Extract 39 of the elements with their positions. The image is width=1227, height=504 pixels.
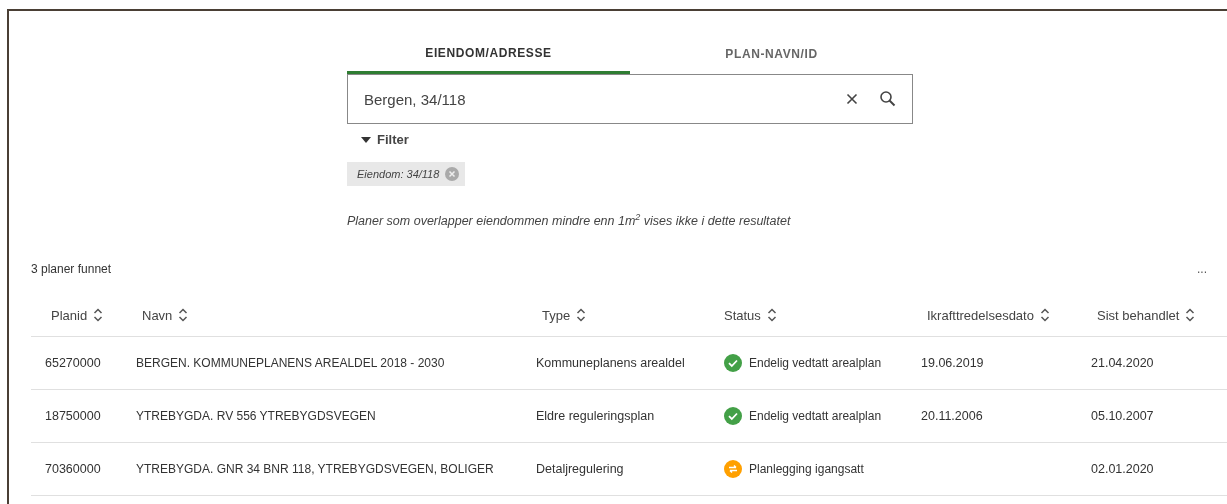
filter-chip[interactable]: Eiendom: 34/118 xyxy=(347,162,466,186)
column-header[interactable]: Planid xyxy=(51,307,88,323)
table-cell: 18750000 xyxy=(45,409,101,424)
sort-icon[interactable] xyxy=(93,307,104,324)
sort-icon[interactable] xyxy=(1039,307,1050,324)
status-text: Planlegging igangsatt xyxy=(749,462,864,477)
sort-icon[interactable] xyxy=(576,307,587,324)
status-text: Endelig vedtatt arealplan xyxy=(749,356,882,371)
more-button[interactable]: ... xyxy=(1197,262,1207,277)
table-cell: 21.04.2020 xyxy=(1091,356,1154,371)
table-cell: 65270000 xyxy=(45,356,101,371)
search-button[interactable] xyxy=(879,90,897,108)
table-cell: 19.06.2019 xyxy=(921,356,984,371)
table-cell: Eldre reguleringsplan xyxy=(536,409,655,424)
search-field[interactable]: Bergen, 34/118 xyxy=(347,74,913,124)
filter-toggle[interactable]: Filter xyxy=(361,132,409,147)
table-cell: Detaljregulering xyxy=(536,462,624,477)
tab[interactable]: PLAN-NAVN/ID xyxy=(630,40,913,74)
column-header[interactable]: Ikrafttredelsesdato xyxy=(927,307,1034,323)
table-cell: Kommuneplanens arealdel xyxy=(536,356,685,371)
sort-icon[interactable] xyxy=(1185,307,1196,324)
column-header[interactable]: Type xyxy=(542,307,571,323)
column-header[interactable]: Navn xyxy=(142,307,173,323)
table-cell: YTREBYGDA. GNR 34 BNR 118, YTREBYGDSVEGEN, BOLIGER xyxy=(136,462,494,477)
table-cell: 20.11.2006 xyxy=(921,409,983,424)
table-cell: 05.10.2007 xyxy=(1091,409,1154,424)
table-cell: YTREBYGDA. RV 556 YTREBYGDSVEGEN xyxy=(136,409,376,424)
table-cell: 02.01.2020 xyxy=(1091,462,1154,477)
column-header[interactable]: Status xyxy=(724,307,761,323)
column-header[interactable]: Sist behandlet xyxy=(1097,307,1180,323)
table-cell: 70360000 xyxy=(45,462,101,477)
sort-icon[interactable] xyxy=(766,307,777,324)
clear-button[interactable] xyxy=(846,93,858,105)
status-text: Endelig vedtatt arealplan xyxy=(749,409,882,424)
table-cell: BERGEN. KOMMUNEPLANENS AREALDEL 2018 - 2030 xyxy=(136,356,445,371)
info-text: Planer som overlapper eiendommen mindre enn 1m$^{2}$ vises ikke i dette resultatet xyxy=(347,212,792,229)
sort-icon[interactable] xyxy=(178,307,189,324)
result-count: 3 planer funnet xyxy=(31,262,112,277)
caret-icon xyxy=(361,136,371,143)
